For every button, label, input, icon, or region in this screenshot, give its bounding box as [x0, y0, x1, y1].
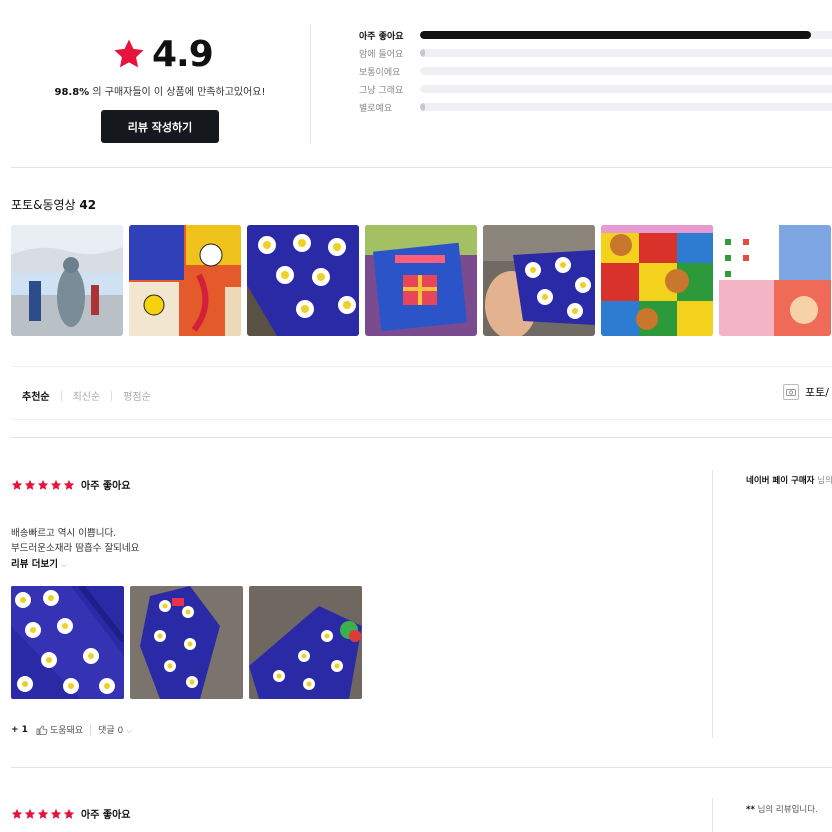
star-icon: [24, 808, 36, 819]
review-rating: 아주 좋아요: [11, 477, 130, 492]
buyer-label: 네이버 페이 구매자: [746, 476, 815, 486]
review-photo[interactable]: [11, 586, 124, 699]
star-icon: [24, 479, 36, 490]
photo-filter-label: 포토/: [805, 386, 829, 399]
distribution-bar: [420, 103, 832, 111]
photo-title-label: 포토&동영상: [11, 198, 76, 212]
review-side-divider: [712, 798, 713, 832]
review-score-label: 아주 좋아요: [81, 810, 131, 821]
distribution-fill: [420, 49, 425, 57]
distribution-fill: [420, 103, 425, 111]
distribution-label: 보통이에요: [359, 67, 401, 78]
helpful-label: 도움돼요: [49, 726, 84, 736]
distribution-bar: [420, 31, 832, 39]
review-stars: [11, 808, 75, 820]
sort-separator: [60, 390, 62, 401]
reviewer-info: 네이버 페이 구매자 님의: [746, 474, 832, 486]
satisfaction-message: 의 구매자들이 이 상품에 만족하고있어요!: [92, 87, 266, 98]
section-divider: [11, 767, 832, 768]
review-line: 부드러운소재라 땀흡수 잘되네요: [11, 543, 140, 554]
author-masked: **: [746, 805, 755, 815]
rating-summary: 4.9: [112, 30, 222, 78]
chevron-down-icon: ⌵: [61, 560, 68, 569]
chevron-down-icon: ⌵: [126, 726, 133, 735]
sort-latest[interactable]: 최신순: [73, 388, 101, 403]
star-icon: [50, 479, 62, 490]
section-divider: [11, 419, 832, 420]
distribution-fill: [420, 31, 812, 39]
distribution-row: 보통이에요: [359, 62, 832, 80]
average-rating: 4.9: [152, 33, 214, 75]
review-more-label: 리뷰 더보기: [11, 559, 59, 570]
distribution-row: 별로예요: [359, 98, 832, 116]
review-side-divider: [712, 470, 713, 738]
photo-strip: [11, 225, 831, 336]
photo-thumbnail[interactable]: [601, 225, 713, 336]
photo-thumbnail[interactable]: [247, 225, 359, 336]
photo-section-title: 포토&동영상 42: [11, 196, 96, 213]
review-rating: 아주 좋아요: [11, 806, 130, 821]
distribution-label: 별로예요: [359, 103, 393, 114]
summary-divider: [310, 24, 311, 144]
distribution-bar: [420, 49, 832, 57]
distribution-label: 맘에 들어요: [359, 49, 404, 60]
review-photos: [11, 586, 362, 699]
review-photo[interactable]: [249, 586, 362, 699]
comment-label: 댓글 0: [98, 726, 124, 736]
photo-thumbnail[interactable]: [129, 225, 241, 336]
sort-rating[interactable]: 평점순: [123, 388, 151, 403]
review-stars: [11, 479, 75, 491]
helpful-button[interactable]: 도움돼요: [36, 723, 83, 736]
photo-thumbnail[interactable]: [365, 225, 477, 336]
review-more-link[interactable]: 리뷰 더보기 ⌵: [11, 556, 67, 570]
review-actions: + 1 도움돼요 댓글 0 ⌵: [11, 723, 132, 736]
photo-thumbnail[interactable]: [483, 225, 595, 336]
photo-review-filter[interactable]: 포토/: [783, 384, 829, 400]
review-body: 배송빠르고 역시 이쁩니다. 부드러운소재라 땀흡수 잘되네요: [11, 526, 139, 556]
star-icon: [50, 808, 62, 819]
thumbs-up-icon: [36, 725, 48, 735]
satisfaction-text: 98.8% 의 구매자들이 이 상품에 만족하고있어요!: [0, 83, 320, 98]
action-separator: [90, 723, 92, 736]
sort-separator: [111, 390, 113, 401]
photo-thumbnail[interactable]: [11, 225, 123, 336]
distribution-label: 아주 좋아요: [359, 31, 404, 42]
section-divider: [11, 366, 832, 367]
distribution-row: 아주 좋아요: [359, 26, 832, 44]
star-icon: [11, 808, 23, 819]
camera-icon: [783, 384, 799, 400]
distribution-bar: [420, 85, 832, 93]
section-divider: [11, 167, 832, 168]
star-icon: [37, 479, 49, 490]
distribution-row: 그냥 그래요: [359, 80, 832, 98]
star-icon: [37, 808, 49, 819]
star-icon: [11, 479, 23, 490]
author-suffix: 님의 리뷰입니다.: [757, 805, 818, 815]
star-icon: [63, 808, 75, 819]
review-score-label: 아주 좋아요: [81, 481, 131, 492]
sort-recommended[interactable]: 추천순: [22, 388, 50, 403]
section-divider: [11, 437, 832, 438]
satisfaction-percent: 98.8%: [54, 87, 90, 98]
write-review-button[interactable]: 리뷰 작성하기: [101, 110, 219, 143]
expand-count[interactable]: + 1: [11, 725, 28, 735]
comment-button[interactable]: 댓글 0 ⌵: [98, 723, 132, 736]
photo-count: 42: [79, 198, 97, 212]
rating-distribution: 아주 좋아요 맘에 들어요 보통이에요 그냥 그래요 별로예요: [359, 26, 832, 116]
reviewer-info: ** 님의 리뷰입니다.: [746, 803, 818, 815]
distribution-bar: [420, 67, 832, 75]
review-photo[interactable]: [130, 586, 243, 699]
review-line: 배송빠르고 역시 이쁩니다.: [11, 528, 117, 539]
photo-thumbnail[interactable]: [719, 225, 831, 336]
distribution-label: 그냥 그래요: [359, 85, 404, 96]
star-icon: [114, 39, 144, 68]
star-icon: [63, 479, 75, 490]
sort-options: 추천순 최신순 평점순: [22, 388, 151, 403]
buyer-suffix: 님의: [817, 476, 832, 486]
distribution-row: 맘에 들어요: [359, 44, 832, 62]
